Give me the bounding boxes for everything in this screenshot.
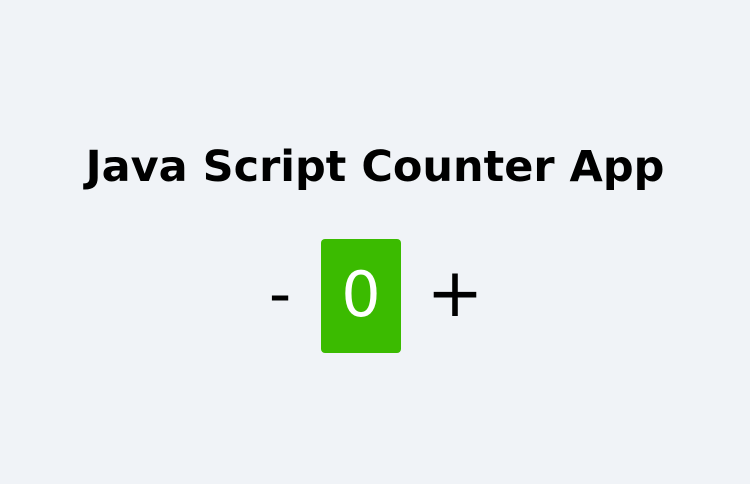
counter-controls: - 0 + — [0, 238, 750, 353]
counter-app: Java Script Counter App - 0 + — [0, 0, 750, 484]
decrement-button[interactable]: - — [258, 262, 302, 326]
increment-button[interactable]: + — [424, 260, 486, 328]
counter-value: 0 — [321, 239, 401, 353]
page-title: Java Script Counter App — [85, 142, 665, 192]
